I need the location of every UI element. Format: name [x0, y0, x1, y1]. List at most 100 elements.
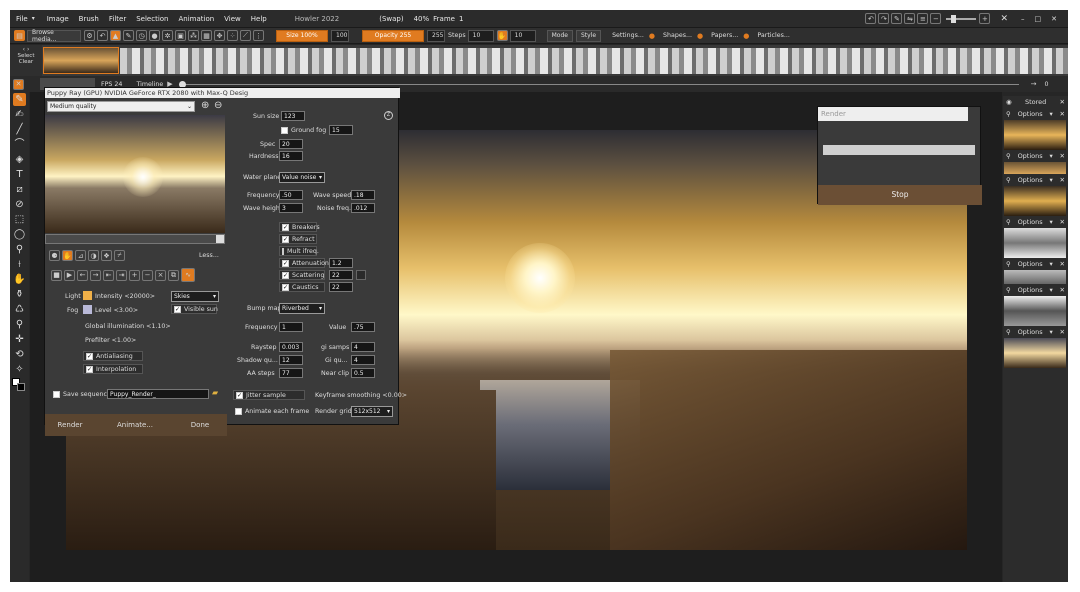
orange-toggle-icon[interactable]: ✕: [13, 78, 24, 90]
brush-thumbnails[interactable]: [120, 48, 1068, 74]
camera-icon[interactable]: ⚈: [49, 250, 60, 261]
menu-animation[interactable]: Animation: [178, 15, 214, 23]
z-icon[interactable]: Z: [384, 111, 393, 120]
timeline-arrow-icon[interactable]: →: [1031, 80, 1037, 88]
fill-tool-icon[interactable]: ◈: [13, 153, 26, 166]
maximize-icon[interactable]: □: [1035, 15, 1042, 23]
shadow-qu-input[interactable]: 12: [279, 355, 303, 365]
steps-select[interactable]: 10: [467, 29, 494, 42]
dab-icon[interactable]: ●: [149, 30, 160, 41]
tools-icon[interactable]: ✕: [1000, 14, 1008, 24]
stored-item-1-options[interactable]: ⚲ Options ▾ ✕: [1003, 108, 1068, 120]
zoom-out-icon[interactable]: −: [930, 13, 942, 24]
keyframe-smoothing-label[interactable]: Keyframe smoothing <0.00>: [315, 392, 407, 399]
clear-button[interactable]: Clear: [10, 59, 42, 65]
stored-thumb-4[interactable]: [1004, 228, 1066, 258]
caustics-checkbox[interactable]: ✓ Caustics: [279, 282, 325, 292]
sequence-name-input[interactable]: Puppy_Render_: [107, 389, 209, 399]
visible-sun-checkbox[interactable]: ✓ Visible sun: [171, 304, 218, 314]
scattering-checkbox[interactable]: ✓ Scattering: [279, 270, 325, 280]
save-sequence-checkbox[interactable]: [53, 391, 60, 398]
close-icon[interactable]: ✕: [1060, 152, 1065, 160]
water-plane-select[interactable]: Value noise ▾: [279, 172, 325, 183]
count-select[interactable]: 10: [509, 29, 536, 42]
antialiasing-checkbox[interactable]: ✓ Antialiasing: [83, 351, 143, 361]
hardness-input[interactable]: 16: [279, 151, 303, 161]
ground-fog-checkbox[interactable]: [281, 127, 288, 134]
key-remove-icon[interactable]: −: [142, 269, 153, 281]
zoom-tool-icon[interactable]: ⚲: [13, 243, 26, 256]
breakers-checkbox[interactable]: ✓ Breakers: [279, 222, 320, 232]
selected-brush-thumb[interactable]: [43, 47, 119, 74]
spec-input[interactable]: 20: [279, 139, 303, 149]
intensity-label[interactable]: Intensity <20000>: [95, 293, 155, 300]
gi-label[interactable]: Global illumination <1.10>: [85, 323, 171, 330]
mult-ifreq-checkbox[interactable]: Mult ifreq.: [279, 246, 319, 256]
scene-icon[interactable]: ⊿: [75, 250, 86, 261]
skies-select[interactable]: Skies ▾: [171, 291, 219, 302]
grain-icon[interactable]: ⁂: [188, 30, 199, 41]
move-tool-icon[interactable]: ✛: [13, 333, 26, 346]
cubes-icon[interactable]: ❖: [101, 250, 112, 261]
minimize-icon[interactable]: –: [1021, 15, 1025, 23]
crop-tool-icon[interactable]: ⧄: [13, 183, 26, 196]
rotate-tool-icon[interactable]: ⟲: [13, 348, 26, 361]
close-icon[interactable]: ✕: [1060, 328, 1065, 336]
grid-icon[interactable]: ▦: [201, 30, 212, 41]
ellipse-select-icon[interactable]: ◯: [13, 228, 26, 241]
opacity-input[interactable]: 255: [427, 29, 445, 42]
zoom-in-icon[interactable]: +: [979, 13, 991, 24]
curve-tool-icon[interactable]: ⌒: [13, 138, 26, 151]
interpolation-checkbox[interactable]: ✓ Interpolation: [83, 364, 143, 374]
dialog-close-icon[interactable]: [968, 107, 980, 121]
animate-button[interactable]: Animate...: [95, 421, 175, 429]
key-next-icon[interactable]: ⇥: [116, 269, 127, 281]
stored-item-6-options[interactable]: ⚲ Options ▾ ✕: [1003, 284, 1068, 296]
menu-image[interactable]: Image: [47, 15, 69, 23]
light-color-swatch[interactable]: [83, 291, 92, 300]
gi-qu-input[interactable]: 4: [351, 355, 375, 365]
hand-icon[interactable]: ✋: [496, 30, 508, 41]
chevron-down-icon[interactable]: ▾: [32, 15, 35, 22]
stamp-tool-icon[interactable]: ⚱: [13, 288, 26, 301]
mode-select[interactable]: Mode: [546, 29, 573, 42]
near-clip-input[interactable]: 0.5: [351, 368, 375, 378]
stored-close-icon[interactable]: ✕: [1060, 98, 1065, 106]
stored-item-3-options[interactable]: ⚲ Options ▾ ✕: [1003, 174, 1068, 186]
stored-thumb-5[interactable]: [1004, 270, 1066, 284]
scroll-arrows-icon[interactable]: ‹ ›: [10, 46, 42, 53]
frequency-input[interactable]: .50: [279, 190, 303, 200]
level-label[interactable]: Level <3.00>: [95, 307, 138, 314]
timeline-slider[interactable]: [178, 80, 1019, 88]
style-select[interactable]: Style: [575, 29, 602, 42]
close-icon[interactable]: ✕: [1060, 260, 1065, 268]
bump-frequency-input[interactable]: 1: [279, 322, 303, 332]
quality-select[interactable]: Medium quality ⌄: [47, 101, 195, 112]
papers-link[interactable]: Papers...: [711, 32, 738, 39]
remove-preset-icon[interactable]: ⊖: [214, 100, 222, 111]
zoom-slider[interactable]: [946, 14, 977, 23]
rect-select-icon[interactable]: ⬚: [13, 213, 26, 226]
attenuation-input[interactable]: 1.2: [329, 258, 353, 268]
caustics-input[interactable]: 22: [329, 282, 353, 292]
noise-freq-input[interactable]: .012: [351, 203, 375, 213]
opacity-button[interactable]: Opacity 255: [362, 29, 424, 42]
undo-stroke-icon[interactable]: ↶: [97, 30, 108, 41]
size-button[interactable]: Size 100%: [276, 29, 328, 42]
folder-icon[interactable]: ▤: [14, 30, 25, 41]
clock-icon[interactable]: ◷: [136, 30, 147, 41]
bucket-tool-icon[interactable]: ♺: [13, 303, 26, 316]
color-swatch[interactable]: [12, 378, 26, 392]
key-copy-icon[interactable]: ⧉: [168, 269, 179, 281]
no-tool-icon[interactable]: ⊘: [13, 198, 26, 211]
stored-item-4-options[interactable]: ⚲ Options ▾ ✕: [1003, 216, 1068, 228]
smudge-tool-icon[interactable]: ✍: [13, 108, 26, 121]
jitter-checkbox[interactable]: ✓ Jitter sample: [233, 390, 305, 400]
pen-icon[interactable]: ⟋: [240, 30, 251, 41]
close-icon[interactable]: ✕: [1060, 110, 1065, 118]
done-button[interactable]: Done: [175, 421, 225, 429]
folder-icon[interactable]: ▰: [212, 388, 218, 397]
left-arrow-icon[interactable]: ←: [77, 269, 88, 281]
menu-view[interactable]: View: [224, 15, 241, 23]
pencil-icon[interactable]: ✎: [123, 30, 134, 41]
